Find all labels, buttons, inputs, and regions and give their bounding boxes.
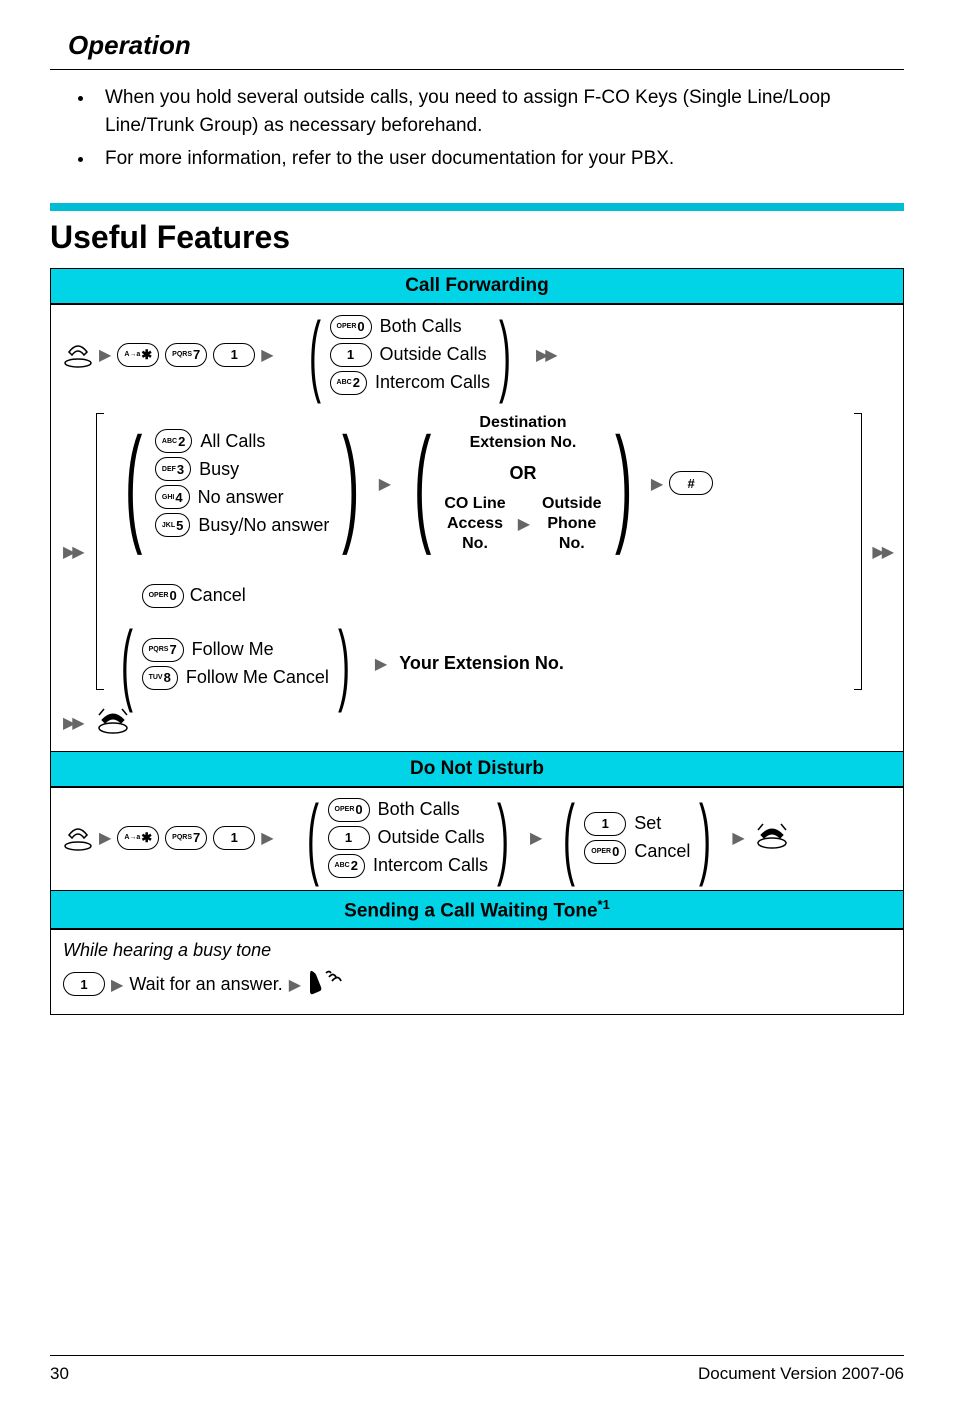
precondition-text: While hearing a busy tone: [63, 940, 891, 961]
section-divider: [50, 203, 904, 211]
offhook-icon: [63, 342, 93, 368]
doc-version: Document Version 2007-06: [698, 1364, 904, 1384]
option-label: Follow Me Cancel: [186, 667, 329, 688]
continue-arrow-icon: [63, 541, 82, 562]
list-item: When you hold several outside calls, you…: [95, 84, 904, 139]
arrow-icon: [99, 344, 111, 365]
access-label: Access: [447, 514, 503, 534]
key-0: OPER0: [330, 315, 372, 339]
key-1: 1: [328, 826, 370, 850]
key-0: OPER0: [328, 798, 370, 822]
option-label: Outside Calls: [380, 344, 487, 365]
key-2: ABC2: [155, 429, 192, 453]
option-label: Set: [634, 813, 661, 834]
option-label: Cancel: [634, 841, 690, 862]
your-ext-label: Your Extension No.: [399, 653, 564, 674]
arrow-icon: [111, 974, 123, 995]
offhook-icon: [63, 825, 93, 851]
key-0: OPER0: [142, 584, 184, 608]
feature-header-dnd: Do Not Disturb: [51, 751, 903, 787]
no-label: No.: [559, 534, 585, 554]
option-label: Follow Me: [192, 639, 274, 660]
key-star: A→a✱: [117, 826, 159, 850]
key-7: PQRS7: [142, 638, 184, 662]
arrow-icon: [518, 513, 530, 534]
arrow-icon: [651, 473, 663, 494]
option-label: No answer: [198, 487, 284, 508]
key-5: JKL5: [155, 513, 190, 537]
key-1: 1: [213, 826, 255, 850]
talk-icon: [307, 967, 343, 1002]
key-7: PQRS7: [165, 826, 207, 850]
dest-label: Extension No.: [470, 433, 577, 453]
feature-body-call-forwarding: A→a✱ PQRS7 1 ( OPER0Both Calls 1Outside …: [51, 304, 903, 751]
cancel-label: Cancel: [190, 585, 246, 606]
arrow-icon: [379, 473, 391, 494]
page-title: Operation: [68, 30, 904, 61]
list-item: For more information, refer to the user …: [95, 145, 904, 173]
continue-arrow-icon: [872, 541, 891, 562]
key-8: TUV8: [142, 666, 178, 690]
onhook-icon: [755, 821, 789, 854]
dest-label: Destination: [479, 413, 566, 433]
phone-label: Phone: [547, 514, 596, 534]
option-label: Both Calls: [378, 799, 460, 820]
key-7: PQRS7: [165, 343, 207, 367]
key-2: ABC2: [328, 854, 365, 878]
key-1: 1: [213, 343, 255, 367]
feature-body-dnd: A→a✱ PQRS7 1 ( OPER0Both Calls 1Outside …: [51, 787, 903, 890]
outside-label: Outside: [542, 494, 602, 514]
key-1: 1: [584, 812, 626, 836]
or-label: OR: [509, 463, 536, 484]
no-label: No.: [462, 534, 488, 554]
arrow-icon: [375, 653, 387, 674]
arrow-icon: [732, 827, 744, 848]
key-1: 1: [63, 972, 105, 996]
option-label: Intercom Calls: [373, 855, 488, 876]
feature-header-call-waiting: Sending a Call Waiting Tone*1: [51, 890, 903, 929]
key-2: ABC2: [330, 371, 367, 395]
section-title: Useful Features: [50, 219, 904, 256]
page-number: 30: [50, 1364, 69, 1384]
key-0: OPER0: [584, 840, 626, 864]
features-table: Call Forwarding A→a✱ PQRS7 1 ( OPER0Both…: [50, 268, 904, 1015]
cw-title-text: Sending a Call Waiting Tone: [344, 900, 597, 921]
continue-arrow-icon: [63, 712, 82, 733]
page-footer: 30 Document Version 2007-06: [50, 1355, 904, 1384]
key-3: DEF3: [155, 457, 191, 481]
key-1: 1: [330, 343, 372, 367]
arrow-icon: [99, 827, 111, 848]
footnote-ref: *1: [598, 897, 610, 912]
option-label: Both Calls: [380, 316, 462, 337]
arrow-icon: [530, 827, 542, 848]
arrow-icon: [289, 974, 301, 995]
co-line-label: CO Line: [444, 494, 505, 514]
option-label: Intercom Calls: [375, 372, 490, 393]
key-star: A→a✱: [117, 343, 159, 367]
continue-arrow-icon: [536, 344, 555, 365]
option-label: Busy: [199, 459, 239, 480]
title-rule: [50, 69, 904, 70]
arrow-icon: [261, 827, 273, 848]
key-hash: #: [669, 471, 713, 495]
option-label: Outside Calls: [378, 827, 485, 848]
key-4: GHI4: [155, 485, 190, 509]
option-label: Busy/No answer: [198, 515, 329, 536]
notes-list: When you hold several outside calls, you…: [50, 84, 904, 173]
feature-header-call-forwarding: Call Forwarding: [51, 269, 903, 304]
arrow-icon: [261, 344, 273, 365]
option-label: All Calls: [200, 431, 265, 452]
feature-body-call-waiting: While hearing a busy tone 1 Wait for an …: [51, 929, 903, 1014]
wait-label: Wait for an answer.: [129, 974, 282, 995]
